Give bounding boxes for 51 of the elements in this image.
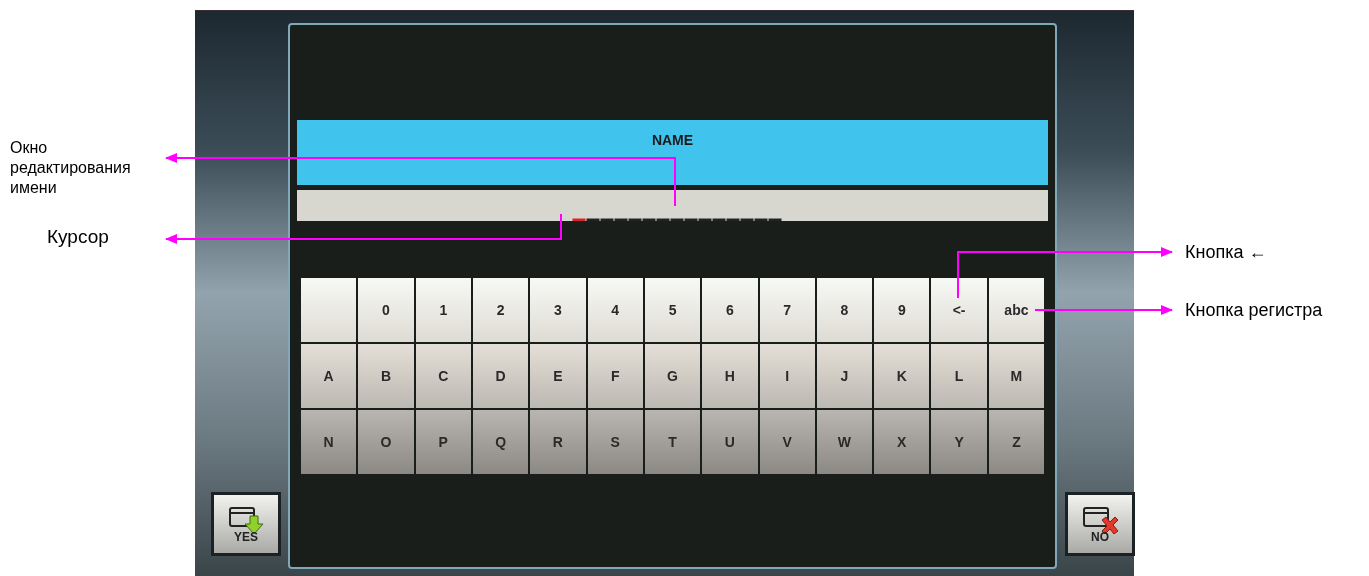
keyboard-key[interactable]: 5 — [644, 278, 701, 342]
keyboard-key[interactable]: B — [358, 344, 414, 408]
keyboard-key[interactable]: P — [415, 410, 471, 474]
keyboard-key[interactable]: 0 — [358, 278, 414, 342]
text-cursor: _ — [572, 191, 587, 221]
keyboard-key[interactable]: X — [874, 410, 930, 474]
keyboard-key[interactable]: F — [587, 344, 643, 408]
save-arrow-icon — [228, 506, 264, 534]
annotation-label: Кнопка регистра — [1185, 299, 1324, 321]
keyboard-key[interactable]: 4 — [587, 278, 643, 342]
keyboard-key[interactable]: K — [874, 344, 930, 408]
keyboard-key[interactable]: 6 — [702, 278, 758, 342]
keyboard-key[interactable]: 3 — [530, 278, 586, 342]
annotation-label: Курсор — [46, 227, 110, 247]
keyboard-key[interactable]: C — [415, 344, 471, 408]
keyboard-key[interactable]: Q — [472, 410, 529, 474]
name-header: NAME — [297, 120, 1048, 185]
keyboard-key[interactable]: abc — [988, 278, 1045, 342]
keyboard-key[interactable]: V — [759, 410, 815, 474]
keyboard-key[interactable]: 7 — [759, 278, 815, 342]
keyboard-key[interactable]: I — [759, 344, 815, 408]
keyboard-key[interactable]: N — [301, 410, 357, 474]
keyboard-key[interactable]: R — [530, 410, 586, 474]
keyboard-key[interactable]: D — [472, 344, 529, 408]
keyboard-key[interactable]: W — [816, 410, 873, 474]
cancel-cross-icon — [1082, 506, 1118, 534]
keyboard-key[interactable]: J — [816, 344, 873, 408]
keyboard-key[interactable]: E — [530, 344, 586, 408]
blank-key[interactable] — [301, 278, 357, 342]
keyboard-key[interactable]: 9 — [874, 278, 930, 342]
keyboard-key[interactable]: A — [301, 344, 357, 408]
keyboard-key[interactable]: S — [587, 410, 643, 474]
keyboard-key[interactable]: 8 — [816, 278, 873, 342]
annotation-label: Окно редактирования имени — [9, 138, 132, 198]
keyboard-key[interactable]: G — [644, 344, 701, 408]
cancel-button[interactable]: NO — [1065, 492, 1135, 556]
keyboard-key[interactable]: O — [358, 410, 414, 474]
keyboard-key[interactable]: M — [988, 344, 1045, 408]
name-value: ______________ — [586, 191, 783, 221]
keyboard-key[interactable]: 2 — [472, 278, 529, 342]
keyboard-key[interactable]: L — [931, 344, 987, 408]
annotation-label: Кнопка ← — [1185, 241, 1268, 263]
keyboard-key[interactable]: H — [702, 344, 758, 408]
name-field[interactable]: _______________ — [297, 190, 1048, 221]
keyboard-key[interactable]: <- — [931, 278, 987, 342]
keyboard-key[interactable]: Z — [988, 410, 1045, 474]
keyboard-key[interactable]: T — [644, 410, 701, 474]
confirm-button[interactable]: YES — [211, 492, 281, 556]
keyboard-key[interactable]: 1 — [415, 278, 471, 342]
keyboard-key[interactable]: Y — [931, 410, 987, 474]
keyboard-key[interactable]: U — [702, 410, 758, 474]
